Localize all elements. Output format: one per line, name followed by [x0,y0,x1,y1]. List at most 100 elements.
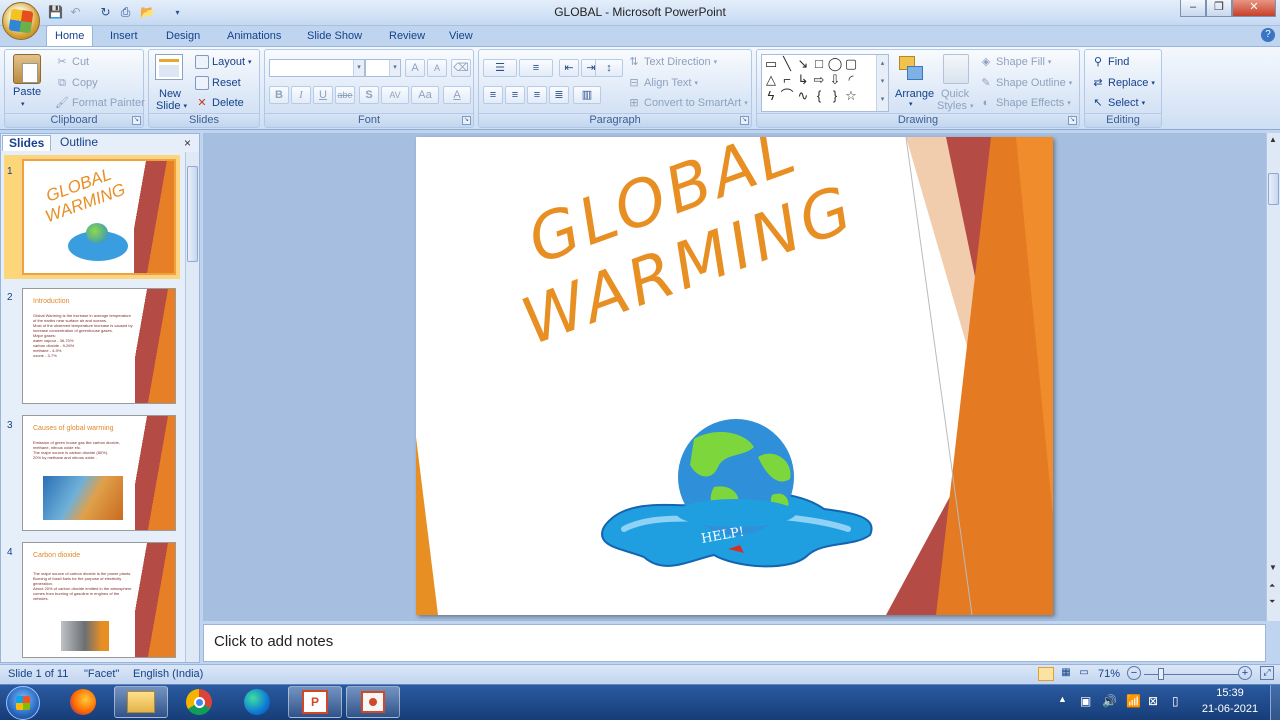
paste-button[interactable]: Paste [13,86,41,98]
new-slide-button-line2[interactable]: Slide ▾ [156,100,187,112]
font-name-dropdown-icon[interactable]: ▾ [353,60,364,76]
shape-down-arrow-icon[interactable]: ⇩ [827,72,843,88]
reset-button[interactable]: Reset [195,76,241,90]
align-right-button[interactable]: ≡ [527,86,547,104]
edge-taskbar-button[interactable] [230,686,284,718]
shape-fill-button[interactable]: ◈ Shape Fill ▾ [979,55,1052,69]
clock-time[interactable]: 15:39 [1200,687,1260,699]
arrange-dropdown-icon[interactable]: ▾ [909,100,913,108]
drawing-launcher-icon[interactable]: ↘ [1068,116,1077,125]
battery-icon[interactable]: ▯ [1172,694,1179,708]
shape-textbox-icon[interactable]: ▭ [763,56,779,72]
firefox-taskbar-button[interactable] [56,686,110,718]
select-button[interactable]: ↖ Select ▾ [1091,96,1145,110]
previous-slide-icon[interactable]: ⏶ [1269,581,1275,591]
format-painter-button[interactable]: 🖌 Format Painter [55,96,145,110]
text-direction-button[interactable]: ⇅ Text Direction ▾ [627,55,717,69]
clipboard-launcher-icon[interactable]: ↘ [132,116,141,125]
normal-view-icon[interactable] [1038,667,1054,681]
security-tray-icon[interactable]: ▣ [1080,694,1091,708]
shape-triangle-icon[interactable]: △ [763,72,779,88]
maximize-button[interactable]: ❐ [1206,0,1232,17]
pane-scroll-thumb[interactable] [187,166,198,262]
decrease-indent-button[interactable]: ⇤ [559,59,579,77]
pane-close-icon[interactable]: × [184,136,191,150]
cut-button[interactable]: ✂ Cut [55,55,89,69]
bullets-button[interactable]: ☰ [483,59,517,77]
font-size-combo[interactable]: ▾ [365,59,401,77]
paste-dropdown-icon[interactable]: ▾ [21,100,25,108]
shape-oval-icon[interactable]: ◯ [827,56,843,72]
slide-show-icon[interactable]: ▭ [1076,667,1092,681]
align-center-button[interactable]: ≡ [505,86,525,104]
strikethrough-button[interactable]: abe [335,86,355,104]
change-case-button[interactable]: Aa [411,86,439,104]
justify-button[interactable]: ≣ [549,86,569,104]
layout-button[interactable]: Layout ▾ [195,55,252,69]
tab-insert[interactable]: Insert [102,26,146,47]
font-name-combo[interactable]: ▾ [269,59,365,77]
shape-arc-icon[interactable]: ⌒ [779,88,795,104]
slide-canvas[interactable]: GLOBAL WARMING HELP! [416,137,1053,615]
shape-elbow-icon[interactable]: ⌐ [779,72,795,88]
find-button[interactable]: ⚲ Find [1091,55,1129,69]
volume-icon[interactable]: 🔊 [1102,694,1117,708]
replace-button[interactable]: ⇄ Replace ▾ [1091,76,1154,90]
shrink-font-button[interactable]: A [427,59,447,77]
minimize-button[interactable]: – [1180,0,1206,17]
tab-slide-show[interactable]: Slide Show [299,26,370,47]
copy-button[interactable]: ⧉ Copy [55,76,98,90]
next-slide-icon[interactable]: ⏷ [1269,597,1275,607]
shape-effects-button[interactable]: ◐ Shape Effects ▾ [979,96,1071,110]
editor-scrollbar[interactable]: ▲ ▼ ⏶ ⏷ [1266,133,1280,621]
zoom-in-button[interactable]: + [1238,666,1252,680]
tab-animations[interactable]: Animations [219,26,289,47]
zoom-level[interactable]: 71% [1098,668,1120,680]
slide-thumbnail[interactable]: Introduction Global Warming is the incre… [22,288,176,404]
scroll-down-icon[interactable]: ▼ [1269,563,1277,572]
chrome-taskbar-button[interactable] [172,686,226,718]
character-spacing-button[interactable]: AV [381,86,409,104]
shape-rounded-rect-icon[interactable]: ▢ [843,56,859,72]
slide-thumbnail[interactable]: Carbon dioxide The major source of carbo… [22,542,176,658]
notes-pane[interactable]: Click to add notes [203,624,1266,662]
clear-formatting-icon[interactable]: ⌫ [451,59,471,77]
line-spacing-button[interactable]: ↕ [595,59,623,77]
tab-home[interactable]: Home [46,25,94,47]
columns-button[interactable]: ▥ [573,86,601,104]
zoom-slider-handle[interactable] [1157,668,1164,680]
arrange-button[interactable]: Arrange [895,88,934,100]
tab-review[interactable]: Review [381,26,433,47]
slide-thumbnail[interactable]: GLOBAL WARMING [22,159,176,275]
shape-brace-right-icon[interactable]: } [827,88,843,104]
pane-scrollbar[interactable] [185,152,199,662]
quick-styles-button[interactable]: Quick [941,88,969,100]
align-text-button[interactable]: ⊟ Align Text ▾ [627,76,698,90]
shape-arrow-line-icon[interactable]: ↘ [795,56,811,72]
paragraph-launcher-icon[interactable]: ↘ [740,116,749,125]
shape-right-arrow-icon[interactable]: ⇨ [811,72,827,88]
clock-date[interactable]: 21-06-2021 [1196,703,1264,715]
powerpoint-taskbar-button[interactable]: P [288,686,342,718]
presentation-taskbar-button[interactable] [346,686,400,718]
scroll-up-icon[interactable]: ▲ [1269,135,1277,144]
shape-elbow-arrow-icon[interactable]: ↳ [795,72,811,88]
font-color-button[interactable]: A [443,86,471,104]
align-left-button[interactable]: ≡ [483,86,503,104]
italic-button[interactable]: I [291,86,311,104]
shape-rectangle-icon[interactable]: □ [811,56,827,72]
slide-sorter-icon[interactable]: ▦ [1058,667,1074,681]
font-size-dropdown-icon[interactable]: ▾ [389,60,400,76]
font-launcher-icon[interactable]: ↘ [462,116,471,125]
grow-font-button[interactable]: A [405,59,425,77]
melting-earth-image[interactable]: HELP! [594,417,878,577]
numbering-button[interactable]: ≡ [519,59,553,77]
tab-outline-pane[interactable]: Outline [54,135,104,151]
delete-button[interactable]: ✕ Delete [195,96,243,110]
close-button[interactable]: ✕ [1232,0,1276,17]
slide-thumbnail[interactable]: Causes of global warming Emission of gre… [22,415,176,531]
tab-slides-pane[interactable]: Slides [2,135,52,151]
shape-curve-icon[interactable]: ◜ [843,72,859,88]
show-desktop-button[interactable] [1270,685,1280,720]
shape-wave-icon[interactable]: ∿ [795,88,811,104]
